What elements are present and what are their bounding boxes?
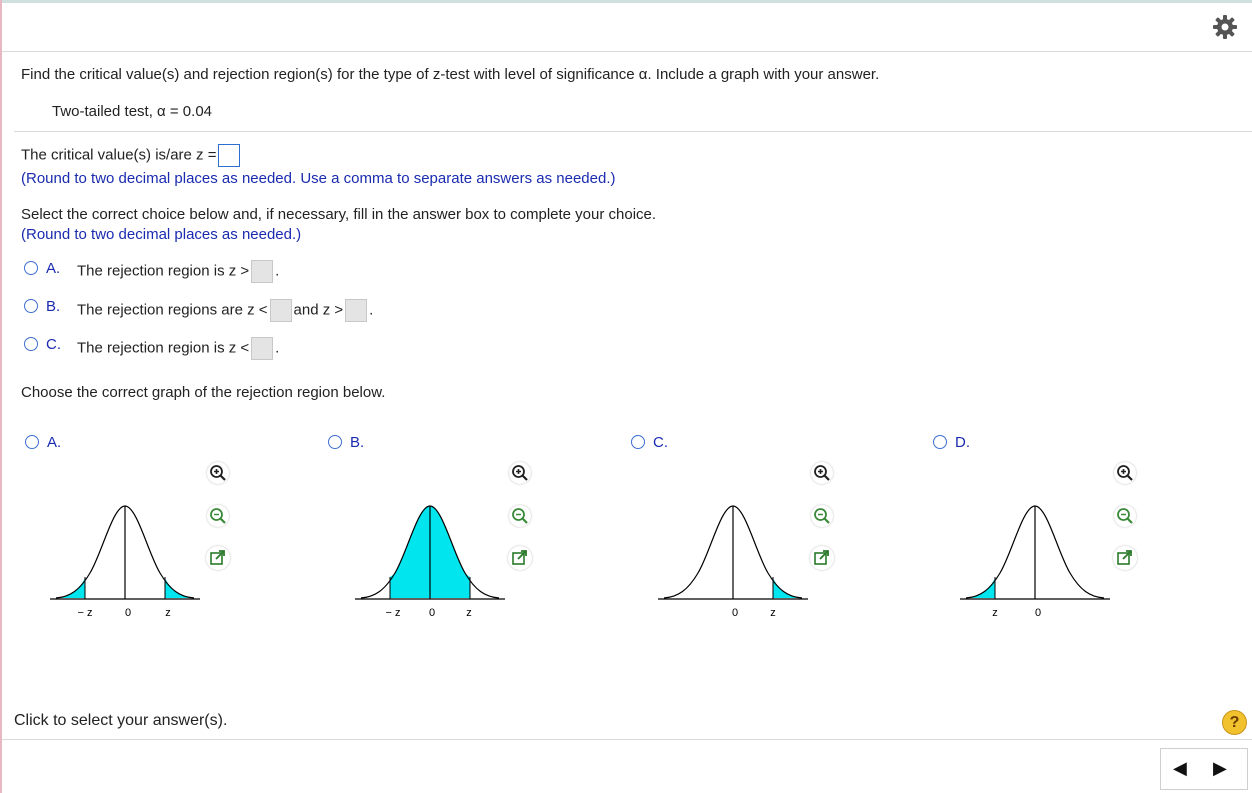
expand-icon[interactable] bbox=[206, 546, 230, 570]
graph-a[interactable]: − z 0 z bbox=[50, 498, 200, 623]
graph-b-tick-z: z bbox=[466, 607, 472, 619]
graph-a-right-tail bbox=[165, 578, 194, 598]
zoom-in-icon[interactable] bbox=[811, 462, 833, 484]
choice-b-text: The rejection regions are z < bbox=[77, 301, 268, 319]
graph-d[interactable]: z 0 bbox=[960, 498, 1110, 623]
choice-c-letter: C. bbox=[46, 336, 61, 353]
choice-b-radio[interactable] bbox=[24, 299, 38, 313]
help-button[interactable]: ? bbox=[1222, 710, 1247, 735]
expand-icon[interactable] bbox=[810, 546, 834, 570]
graph-d-tick-0: 0 bbox=[1035, 607, 1041, 619]
expand-icon[interactable] bbox=[508, 546, 532, 570]
zoom-out-icon[interactable] bbox=[811, 505, 833, 527]
critical-value-hint: (Round to two decimal places as needed. … bbox=[21, 170, 616, 187]
status-text: Click to select your answer(s). bbox=[14, 712, 228, 729]
region-instruction: Select the correct choice below and, if … bbox=[21, 206, 657, 223]
graph-a-tick-z: z bbox=[165, 607, 171, 619]
graph-b-tick-neg-z: − z bbox=[386, 607, 401, 619]
expand-icon[interactable] bbox=[1113, 546, 1137, 570]
top-accent-strip bbox=[0, 0, 1252, 3]
next-arrow-icon[interactable]: ▶ bbox=[1213, 758, 1227, 779]
graph-b[interactable]: − z 0 z bbox=[355, 498, 505, 623]
graph-a-tick-neg-z: − z bbox=[78, 607, 93, 619]
critical-value-row: The critical value(s) is/are z = bbox=[21, 144, 241, 167]
choice-a-input[interactable] bbox=[251, 260, 274, 283]
choice-b-row: The rejection regions are z < and z >. bbox=[77, 299, 373, 322]
choice-a-period: . bbox=[275, 262, 280, 280]
graph-d-letter: D. bbox=[955, 434, 970, 451]
graph-c-right-tail bbox=[773, 578, 802, 598]
choice-c-input[interactable] bbox=[251, 337, 274, 360]
choice-c-text: The rejection region is z < bbox=[77, 339, 250, 357]
zoom-in-icon[interactable] bbox=[509, 462, 531, 484]
choice-c-row: The rejection region is z <. bbox=[77, 337, 279, 360]
graph-c-letter: C. bbox=[653, 434, 668, 451]
graph-a-tick-0: 0 bbox=[125, 607, 131, 619]
choice-a-radio[interactable] bbox=[24, 261, 38, 275]
graph-c[interactable]: 0 z bbox=[658, 498, 808, 623]
choice-c-period: . bbox=[275, 339, 280, 357]
footer-divider bbox=[2, 739, 1252, 740]
graph-d-radio[interactable] bbox=[933, 435, 947, 449]
zoom-in-icon[interactable] bbox=[1114, 462, 1136, 484]
choice-b-letter: B. bbox=[46, 298, 61, 315]
choice-a-text: The rejection region is z > bbox=[77, 262, 250, 280]
region-hint: (Round to two decimal places as needed.) bbox=[21, 226, 302, 243]
graph-d-left-tail bbox=[966, 578, 995, 598]
graph-instruction: Choose the correct graph of the rejectio… bbox=[21, 384, 386, 401]
choice-b-input-lower[interactable] bbox=[269, 299, 292, 322]
critical-value-label: The critical value(s) is/are z = bbox=[21, 146, 217, 164]
choice-a-row: The rejection region is z >. bbox=[77, 260, 279, 283]
graph-a-left-tail bbox=[56, 578, 85, 598]
graph-d-tick-z: z bbox=[992, 607, 998, 619]
question-divider bbox=[14, 131, 1252, 132]
graph-c-tick-0: 0 bbox=[732, 607, 738, 619]
nav-controls: ◀ ▶ bbox=[1160, 748, 1248, 790]
choice-b-input-upper[interactable] bbox=[345, 299, 368, 322]
graph-a-radio[interactable] bbox=[25, 435, 39, 449]
zoom-in-icon[interactable] bbox=[207, 462, 229, 484]
header-divider bbox=[2, 51, 1252, 52]
graph-c-tick-z: z bbox=[770, 607, 776, 619]
choice-b-mid: and z > bbox=[293, 301, 344, 319]
choice-c-radio[interactable] bbox=[24, 337, 38, 351]
question-prompt: Find the critical value(s) and rejection… bbox=[21, 66, 880, 83]
zoom-out-icon[interactable] bbox=[509, 505, 531, 527]
zoom-out-icon[interactable] bbox=[1114, 505, 1136, 527]
graph-b-letter: B. bbox=[350, 434, 365, 451]
graph-c-radio[interactable] bbox=[631, 435, 645, 449]
graph-a-letter: A. bbox=[47, 434, 62, 451]
choice-b-period: . bbox=[369, 301, 374, 319]
prev-arrow-icon[interactable]: ◀ bbox=[1173, 758, 1187, 779]
graph-b-radio[interactable] bbox=[328, 435, 342, 449]
choice-a-letter: A. bbox=[46, 260, 61, 277]
gear-icon[interactable] bbox=[1212, 14, 1238, 40]
critical-value-input[interactable] bbox=[218, 144, 241, 167]
left-accent-strip bbox=[0, 0, 2, 793]
question-given: Two-tailed test, α = 0.04 bbox=[52, 103, 213, 120]
graph-b-tick-0: 0 bbox=[429, 607, 435, 619]
zoom-out-icon[interactable] bbox=[207, 505, 229, 527]
